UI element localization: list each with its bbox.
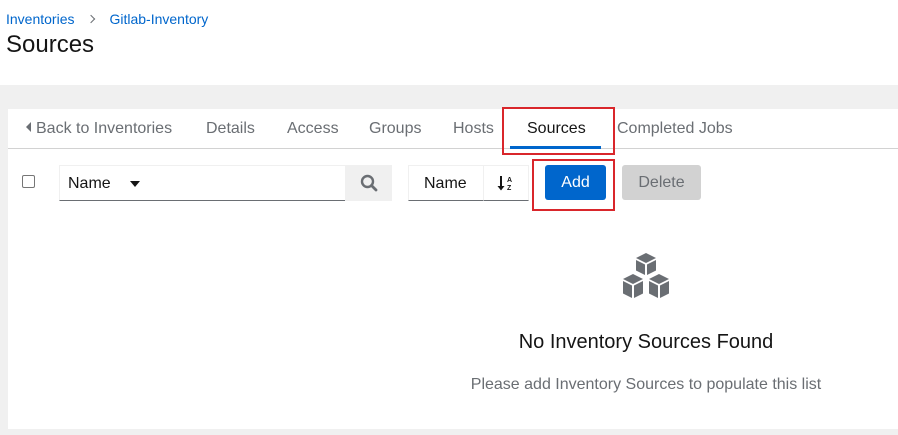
page-header: Inventories Gitlab-Inventory Sources (0, 0, 898, 85)
tab-details[interactable]: Details (206, 120, 255, 138)
breadcrumb-inventories-link[interactable]: Inventories (6, 11, 74, 27)
svg-text:A: A (507, 177, 512, 184)
filter-field-select[interactable]: Name (59, 165, 157, 201)
add-button[interactable]: Add (545, 165, 606, 200)
tab-sources[interactable]: Sources (527, 120, 586, 138)
empty-state-title: No Inventory Sources Found (518, 331, 774, 353)
cubes-icon (623, 253, 669, 298)
tab-bar: Back to Inventories Details Access Group… (8, 109, 898, 149)
caret-down-icon (130, 181, 140, 187)
tab-groups[interactable]: Groups (369, 120, 421, 138)
page-title: Sources (6, 31, 95, 58)
select-all-checkbox[interactable] (22, 175, 35, 188)
active-tab-indicator (510, 146, 601, 149)
breadcrumb: Inventories Gitlab-Inventory (6, 11, 208, 27)
sort-alpha-ascending-icon: A Z (497, 176, 512, 192)
search-input[interactable] (157, 165, 345, 201)
chevron-right-icon (87, 12, 97, 26)
filter-field-label: Name (68, 175, 111, 192)
tab-label: Back to Inventories (36, 120, 173, 137)
sort-field-select[interactable]: Name (408, 165, 483, 201)
sort-direction-button[interactable]: A Z (483, 165, 529, 201)
tab-hosts[interactable]: Hosts (453, 120, 494, 138)
tab-completed-jobs[interactable]: Completed Jobs (617, 120, 733, 138)
caret-left-icon (26, 122, 31, 132)
svg-text:Z: Z (507, 185, 512, 192)
tab-back-to-inventories[interactable]: Back to Inventories (26, 120, 172, 138)
search-button[interactable] (345, 165, 392, 201)
breadcrumb-inventory-link[interactable]: Gitlab-Inventory (109, 11, 208, 27)
sort-field-label: Name (424, 175, 467, 192)
delete-button[interactable]: Delete (622, 165, 701, 200)
search-icon (360, 174, 377, 192)
empty-state-body: Please add Inventory Sources to populate… (470, 376, 822, 393)
tab-access[interactable]: Access (287, 120, 339, 138)
